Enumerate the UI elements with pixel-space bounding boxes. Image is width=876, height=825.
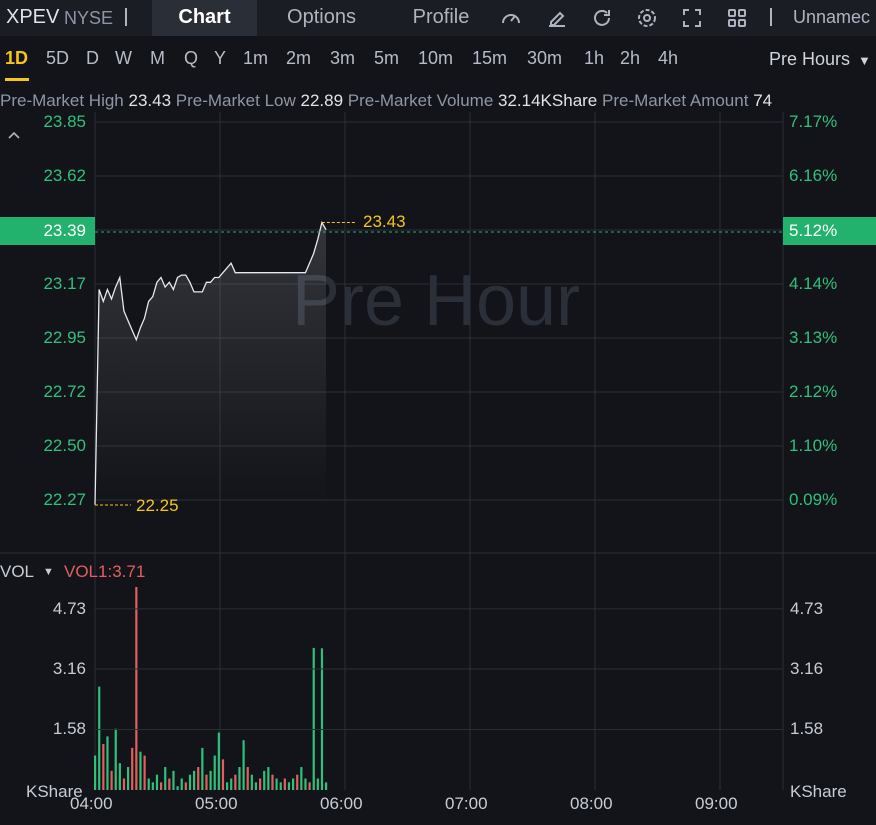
time-tick-label: 09:00 xyxy=(695,794,738,813)
volume-bar xyxy=(250,774,253,790)
volume-bar xyxy=(283,778,286,790)
volume-bar xyxy=(279,782,282,790)
pct-tick-label: 7.17% xyxy=(789,112,838,131)
pct-tick-label: 2.12% xyxy=(789,382,838,401)
volume-bar xyxy=(127,767,130,790)
pct-tick-label: 4.14% xyxy=(789,274,838,293)
time-tick-label: 06:00 xyxy=(320,794,363,813)
volume-bar xyxy=(267,767,270,790)
current-pct-tag: 5.12% xyxy=(783,217,876,245)
volume-bar xyxy=(230,778,233,790)
volume-bar xyxy=(106,736,109,790)
volume-bar xyxy=(254,782,258,790)
price-tick-label: 22.95 xyxy=(43,328,86,347)
volume-bar xyxy=(102,744,105,790)
price-tick-label: 23.17 xyxy=(43,274,86,293)
volume-bar xyxy=(110,770,113,790)
current-price: 23.39 xyxy=(43,221,86,240)
pct-tick-label: 1.10% xyxy=(789,436,838,455)
time-tick-label: 07:00 xyxy=(445,794,488,813)
volume-bar xyxy=(308,782,311,790)
volume-bar xyxy=(292,778,295,790)
high-marker-label: 23.43 xyxy=(363,212,406,231)
volume-bar xyxy=(118,763,121,790)
volume-bar xyxy=(188,774,192,790)
vol-dropdown-icon[interactable]: ▼ xyxy=(43,566,54,578)
volume-bar xyxy=(176,786,179,790)
pct-tick-label: 0.09% xyxy=(789,490,838,509)
current-price-tag: 23.39 xyxy=(0,217,95,245)
volume-bar xyxy=(139,751,142,790)
volume-bar xyxy=(234,774,237,790)
volume-bar xyxy=(246,767,249,790)
volume-bar xyxy=(143,755,146,790)
volume-bar xyxy=(217,732,220,790)
price-tick-label: 22.27 xyxy=(43,490,86,509)
volume-bar xyxy=(114,728,117,790)
low-marker-label: 22.25 xyxy=(136,496,179,515)
volume-bar xyxy=(287,782,291,790)
volume-bar xyxy=(164,767,167,790)
volume-bar xyxy=(213,755,216,790)
time-tick-label: 05:00 xyxy=(195,794,238,813)
vol-indicator: VOL1:3.71 xyxy=(64,562,146,581)
price-tick-label: 22.72 xyxy=(43,382,86,401)
volume-bar xyxy=(131,747,134,790)
volume-bar xyxy=(98,686,101,790)
volume-tick-label: 3.16 xyxy=(790,658,824,678)
volume-bar xyxy=(275,778,278,790)
watermark: Pre Hour xyxy=(292,261,580,341)
price-chart[interactable]: Pre Hour xyxy=(0,0,876,825)
volume-bar xyxy=(160,782,163,790)
vol-unit-right: KShare xyxy=(790,782,847,801)
volume-bar xyxy=(197,767,200,790)
volume-bar xyxy=(263,770,266,790)
volume-bar xyxy=(205,774,208,790)
pct-tick-label: 6.16% xyxy=(789,166,838,185)
pct-tick-label: 3.13% xyxy=(789,328,838,347)
volume-bar xyxy=(135,587,138,790)
volume-bar xyxy=(201,747,204,790)
volume-bar xyxy=(259,778,262,790)
current-pct: 5.12% xyxy=(789,221,838,240)
volume-bar xyxy=(296,774,299,790)
volume-bar xyxy=(147,778,150,790)
volume-bar xyxy=(184,782,187,790)
volume-bar xyxy=(122,778,126,790)
volume-tick-label: 1.58 xyxy=(790,719,824,739)
price-tick-label: 22.50 xyxy=(43,436,86,455)
volume-bar xyxy=(226,782,229,790)
volume-tick-label: 4.73 xyxy=(52,598,86,618)
volume-bar xyxy=(316,778,319,790)
time-tick-label: 08:00 xyxy=(570,794,613,813)
volume-bar xyxy=(325,782,328,790)
price-tick-label: 23.85 xyxy=(43,112,86,131)
volume-bar xyxy=(168,778,171,790)
volume-bar xyxy=(304,778,307,790)
time-tick-label: 04:00 xyxy=(70,794,113,813)
volume-bar xyxy=(242,740,245,790)
volume-bar xyxy=(94,755,97,790)
volume-tick-label: 3.16 xyxy=(52,658,86,678)
volume-bar xyxy=(238,767,241,790)
volume-bar xyxy=(151,782,154,790)
volume-bar xyxy=(193,770,196,790)
volume-tick-label: 4.73 xyxy=(790,598,824,618)
vol-title: VOL xyxy=(0,562,35,581)
price-tick-label: 23.62 xyxy=(43,166,86,185)
volume-bar xyxy=(180,778,183,790)
volume-bar xyxy=(209,770,212,790)
volume-bar xyxy=(320,648,324,790)
volume-bar xyxy=(221,759,225,790)
volume-bar xyxy=(300,767,303,790)
volume-tick-label: 1.58 xyxy=(52,719,86,739)
volume-bar xyxy=(172,770,175,790)
volume-bar xyxy=(155,774,159,790)
volume-bar xyxy=(271,774,274,790)
